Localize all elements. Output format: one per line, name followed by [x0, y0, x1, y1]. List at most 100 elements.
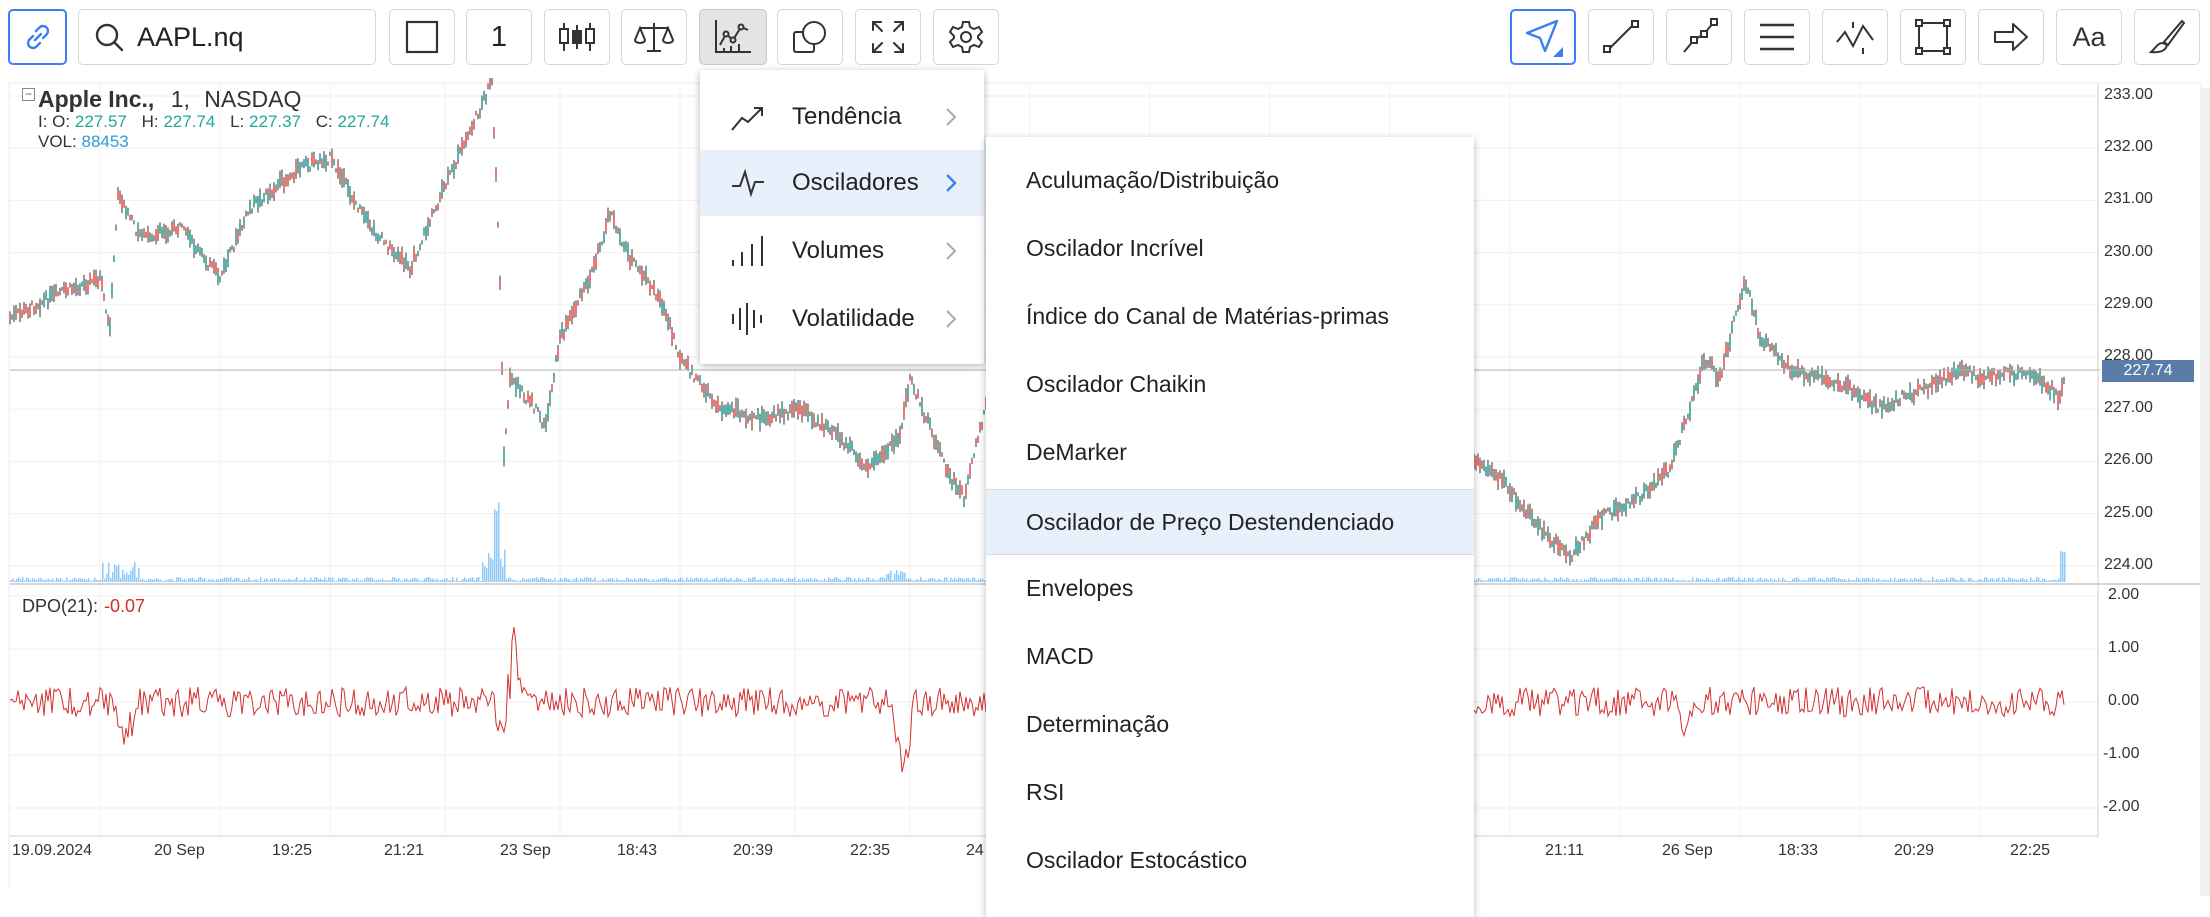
submenu-item[interactable]: Envelopes: [986, 555, 1474, 621]
candle-body: [1773, 347, 1775, 354]
candle-body: [497, 223, 499, 227]
volume-bar: [834, 577, 836, 582]
polyline-tool-button[interactable]: [1666, 9, 1732, 65]
candle-body: [523, 395, 525, 401]
volume-bar: [102, 562, 104, 582]
submenu-item-label: Oscilador Chaikin: [1026, 370, 1207, 397]
candle-body: [965, 487, 967, 496]
submenu-item[interactable]: DeMarker: [986, 419, 1474, 485]
interval-button[interactable]: 1: [466, 9, 532, 65]
candle-body: [193, 243, 195, 254]
volume-bar: [114, 564, 116, 582]
candle-body: [1859, 393, 1861, 404]
submenu-item-highlighted[interactable]: Oscilador de Preço Destendenciado: [986, 489, 1474, 555]
volume-bar: [12, 578, 14, 582]
candle-body: [981, 423, 983, 429]
volume-bar: [1890, 578, 1892, 582]
volume-bar: [1606, 578, 1608, 582]
volume-bar: [868, 577, 870, 582]
candle-body: [379, 236, 381, 240]
volume-bar: [1976, 580, 1978, 582]
symbol-input[interactable]: [137, 21, 357, 53]
candle-body: [201, 250, 203, 255]
collapse-toggle[interactable]: −: [22, 88, 35, 101]
text-tool-button[interactable]: Aa: [2056, 9, 2122, 65]
candle-body: [807, 408, 809, 418]
rectangle-tool-button[interactable]: [1900, 9, 1966, 65]
trendline-tool-button[interactable]: [1588, 9, 1654, 65]
volume-bar: [350, 580, 352, 582]
submenu-item[interactable]: Oscilador Estocástico: [986, 827, 1474, 893]
dpo-indicator-label[interactable]: DPO(21): -0.07: [22, 596, 145, 617]
volume-bar: [292, 580, 294, 582]
volume-bar: [1678, 580, 1680, 582]
volume-bar: [398, 578, 400, 582]
volume-bar: [798, 578, 800, 582]
brush-tool-button[interactable]: [2134, 9, 2200, 65]
fullscreen-button[interactable]: [855, 9, 921, 65]
candle-body: [111, 286, 113, 295]
compare-button[interactable]: [621, 9, 687, 65]
candle-body: [1755, 313, 1757, 322]
submenu-item[interactable]: Índice do Canal de Matérias-primas: [986, 283, 1474, 349]
volume-bar: [910, 579, 912, 582]
volume-bar: [294, 579, 296, 582]
pattern-tool-button[interactable]: [1822, 9, 1888, 65]
volume-bar: [1774, 579, 1776, 582]
submenu-item[interactable]: Aculumação/Distribuição: [986, 147, 1474, 213]
candle-body: [2033, 373, 2035, 382]
submenu-item[interactable]: Oscilador Incrível: [986, 215, 1474, 281]
candle-body: [875, 454, 877, 462]
candle-body: [571, 310, 573, 320]
candle-body: [927, 415, 929, 421]
volume-bar: [826, 580, 828, 582]
submenu-item[interactable]: MACD: [986, 623, 1474, 689]
menu-item-volumes[interactable]: Volumes: [700, 218, 984, 284]
volume-bar: [378, 579, 380, 582]
volume-bar: [572, 579, 574, 582]
volume-bar: [584, 577, 586, 582]
candle-body: [1839, 383, 1841, 390]
submenu-item[interactable]: RSI: [986, 759, 1474, 825]
menu-item-volatility[interactable]: Volatilidade: [700, 286, 984, 352]
menu-item-trend[interactable]: Tendência: [700, 84, 984, 150]
symbol-search[interactable]: [78, 9, 376, 65]
submenu-item[interactable]: Oscilador Chaikin: [986, 351, 1474, 417]
volume-bar: [454, 580, 456, 582]
candle-body: [429, 220, 431, 225]
menu-item-oscillators[interactable]: Osciladores: [700, 150, 984, 216]
submenu-item[interactable]: Determinação: [986, 691, 1474, 757]
horizontal-lines-tool-button[interactable]: [1744, 9, 1810, 65]
candle-body: [1813, 373, 1815, 380]
candle-body: [395, 253, 397, 258]
volume-bar: [602, 578, 604, 582]
settings-button[interactable]: [933, 9, 999, 65]
volume-bar: [2010, 578, 2012, 582]
arrow-tool-button[interactable]: [1978, 9, 2044, 65]
candle-body: [469, 128, 471, 133]
volume-bar: [616, 578, 618, 582]
chart-type-square-button[interactable]: [389, 9, 455, 65]
volume-bar: [1476, 579, 1478, 582]
volume-bar: [168, 579, 170, 582]
cursor-tool-button[interactable]: [1510, 9, 1576, 65]
shapes-button[interactable]: [777, 9, 843, 65]
candle-body: [515, 382, 517, 393]
link-button[interactable]: [8, 9, 67, 65]
volume-bar: [608, 578, 610, 582]
volume-bar: [964, 579, 966, 582]
candle-body: [2053, 391, 2055, 400]
volume-readout: VOL: 88453: [38, 132, 129, 152]
candles-button[interactable]: [544, 9, 610, 65]
volume-bar: [2054, 579, 2056, 582]
candle-body: [1663, 466, 1665, 475]
volume-bar: [120, 578, 122, 582]
volume-bar: [418, 579, 420, 582]
candle-body: [1947, 370, 1949, 379]
candle-body: [251, 209, 253, 213]
volume-bar: [746, 580, 748, 582]
candle-body: [1949, 374, 1951, 381]
volume-bar: [806, 578, 808, 582]
indicators-button[interactable]: [699, 9, 767, 65]
candle-body: [755, 416, 757, 419]
